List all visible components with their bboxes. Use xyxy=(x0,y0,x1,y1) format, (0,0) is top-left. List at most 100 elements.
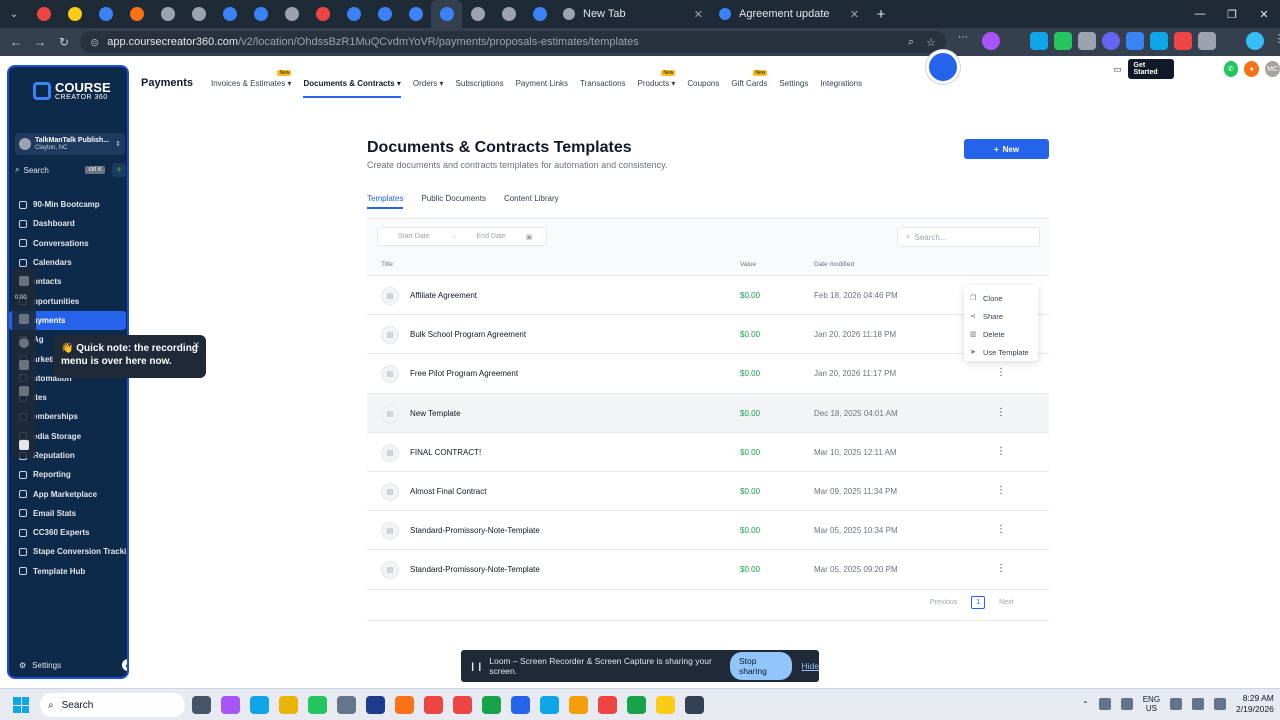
browser-tab-agreement-update[interactable]: Agreement update ✕ xyxy=(711,0,867,28)
close-icon[interactable]: ✕ xyxy=(694,8,703,21)
browser-tab-pinned[interactable] xyxy=(245,0,276,28)
extension-icon[interactable] xyxy=(1078,32,1096,50)
close-window-icon[interactable]: ✕ xyxy=(1248,0,1280,28)
template-title[interactable]: Almost Final Contract xyxy=(410,487,486,496)
more-actions-icon[interactable]: ⋮ xyxy=(996,563,1006,577)
template-title[interactable]: Free Pilot Program Agreement xyxy=(410,369,518,378)
browser-tab-pinned[interactable] xyxy=(90,0,121,28)
calculator-icon[interactable] xyxy=(685,696,704,714)
table-row[interactable]: ▤ Standard-Promissory-Note-Template $0.00 M… xyxy=(367,550,1049,590)
menu-item-share[interactable]: ⋖ Share xyxy=(964,307,1038,325)
support-avatar-icon[interactable] xyxy=(926,50,960,84)
taskbar-search[interactable]: ⌕ Search xyxy=(40,693,185,717)
chrome-menu-icon[interactable]: ⋮ xyxy=(1270,32,1280,50)
more-actions-icon[interactable]: ⋮ xyxy=(996,524,1006,538)
sidebar-item[interactable]: 90-Min Bootcamp xyxy=(9,195,127,214)
table-row[interactable]: ▤ Affiliate Agreement $0.00 Feb 18, 2026 04… xyxy=(367,276,1049,316)
forward-icon[interactable]: → xyxy=(28,30,52,54)
template-title[interactable]: Standard-Promissory-Note-Template xyxy=(410,526,540,535)
phone-icon[interactable]: ✆ xyxy=(1223,61,1239,77)
top-nav-item[interactable]: Transactions xyxy=(580,79,626,88)
sidebar-item[interactable]: Dashboard xyxy=(9,214,127,233)
extension-icon[interactable] xyxy=(1102,32,1120,50)
language-indicator[interactable]: ENG US xyxy=(1143,695,1160,713)
card-icon[interactable]: ▭ xyxy=(1113,64,1122,75)
trash-icon[interactable] xyxy=(19,360,29,370)
tab-content-library[interactable]: Content Library xyxy=(504,194,559,209)
collapse-sidebar-button[interactable]: ❮ xyxy=(122,659,127,671)
site-info-icon[interactable]: ⊜ xyxy=(90,36,99,49)
tab-search-icon[interactable]: ⌄ xyxy=(0,0,28,28)
sidebar-item[interactable]: Reporting xyxy=(9,465,127,484)
template-title[interactable]: Bulk School Program Agreement xyxy=(410,330,526,339)
more-actions-icon[interactable]: ⋮ xyxy=(996,407,1006,421)
date-range-picker[interactable]: Start Date → End Date ▣ xyxy=(377,227,547,246)
end-date-input[interactable]: End Date xyxy=(477,233,506,240)
sidebar-item[interactable]: App Marketplace xyxy=(9,484,127,503)
template-title[interactable]: New Template xyxy=(410,409,461,418)
browser-tab-pinned[interactable] xyxy=(28,0,59,28)
top-nav-item[interactable]: Integrations xyxy=(820,79,862,88)
table-row[interactable]: ▤ Standard-Promissory-Note-Template $0.00 M… xyxy=(367,511,1049,551)
menu-item-use-template[interactable]: ➤ Use Template xyxy=(964,343,1038,361)
more-icon[interactable]: ⋯ xyxy=(958,32,976,50)
browser-tab-pinned[interactable] xyxy=(152,0,183,28)
sync-icon[interactable] xyxy=(1098,698,1111,710)
more-actions-icon[interactable]: ⋮ xyxy=(996,446,1006,460)
menu-item-clone[interactable]: ❐ Clone xyxy=(964,289,1038,307)
close-icon[interactable]: ✕ xyxy=(192,339,200,352)
top-nav-item[interactable]: Gift Cards New xyxy=(731,69,768,88)
battery-icon[interactable] xyxy=(1214,698,1227,710)
column-date-modified[interactable]: Date modified xyxy=(814,261,854,268)
app-icon[interactable] xyxy=(366,696,385,714)
brave-icon[interactable] xyxy=(395,696,414,714)
browser-tab-pinned[interactable] xyxy=(462,0,493,28)
browser-tab-pinned[interactable] xyxy=(276,0,307,28)
chrome-icon[interactable] xyxy=(569,696,588,714)
sidebar-item[interactable]: Template Hub xyxy=(9,562,127,581)
hide-button[interactable]: Hide xyxy=(802,661,819,671)
sidebar-item-settings[interactable]: ⚙ Settings xyxy=(19,661,61,670)
template-title[interactable]: FINAL CONTRACT! xyxy=(410,448,481,457)
sidebar-item[interactable]: Conversations xyxy=(9,234,127,253)
back-icon[interactable]: ← xyxy=(4,30,28,54)
quick-add-button[interactable]: + xyxy=(112,163,126,177)
browser-tab-pinned[interactable] xyxy=(493,0,524,28)
table-row[interactable]: ▤ New Template $0.00 Dec 18, 2025 04:01 AM ⋮ xyxy=(367,393,1049,433)
sidebar-item[interactable]: CC360 Experts xyxy=(9,523,127,542)
browser-tab-pinned[interactable] xyxy=(369,0,400,28)
top-nav-item[interactable]: Documents & Contracts ▾ xyxy=(303,79,402,98)
puzzle-icon[interactable] xyxy=(1198,32,1216,50)
pause-icon[interactable] xyxy=(19,314,29,324)
app-logo[interactable]: COURSE CREATOR 360 xyxy=(33,81,111,101)
new-tab-button[interactable]: + xyxy=(867,6,895,23)
next-page-button[interactable]: Next xyxy=(999,599,1013,606)
template-title[interactable]: Standard-Promissory-Note-Template xyxy=(410,565,540,574)
clock[interactable]: 8:29 AM 2/19/2026 xyxy=(1236,693,1274,715)
chrome-icon[interactable] xyxy=(453,696,472,714)
network-icon[interactable] xyxy=(1170,698,1183,710)
download-icon[interactable] xyxy=(1150,32,1168,50)
bookmark-star-icon[interactable]: ☆ xyxy=(926,36,936,49)
browser-tab-pinned[interactable] xyxy=(121,0,152,28)
sidebar-item[interactable]: Stape Conversion Tracki... xyxy=(9,542,127,561)
browser-tab-pinned[interactable] xyxy=(214,0,245,28)
restart-icon[interactable] xyxy=(19,338,29,348)
task-view-icon[interactable] xyxy=(192,696,211,714)
stop-sharing-button[interactable]: Stop sharing xyxy=(729,652,792,680)
chrome-icon[interactable] xyxy=(627,696,646,714)
docs-icon[interactable] xyxy=(511,696,530,714)
tray-app-icon[interactable] xyxy=(1120,698,1133,710)
sticky-notes-icon[interactable] xyxy=(656,696,675,714)
stop-recording-icon[interactable] xyxy=(19,276,29,286)
browser-tab-pinned[interactable] xyxy=(524,0,555,28)
tab-public-documents[interactable]: Public Documents xyxy=(421,194,485,209)
template-search-input[interactable]: ⌕ Search... xyxy=(897,227,1040,247)
sidebar-search[interactable]: ⌕ Search ctrl K xyxy=(15,163,105,177)
page-number-button[interactable]: 1 xyxy=(971,596,986,609)
rewind-icon[interactable] xyxy=(19,386,29,396)
zoom-icon[interactable]: ⌕ xyxy=(908,36,914,49)
previous-page-button[interactable]: Previous xyxy=(930,599,957,606)
extension-icon[interactable] xyxy=(982,32,1000,50)
account-switcher[interactable]: TalkManTalk Publish... Clayton, NC ⇕ xyxy=(15,133,125,155)
